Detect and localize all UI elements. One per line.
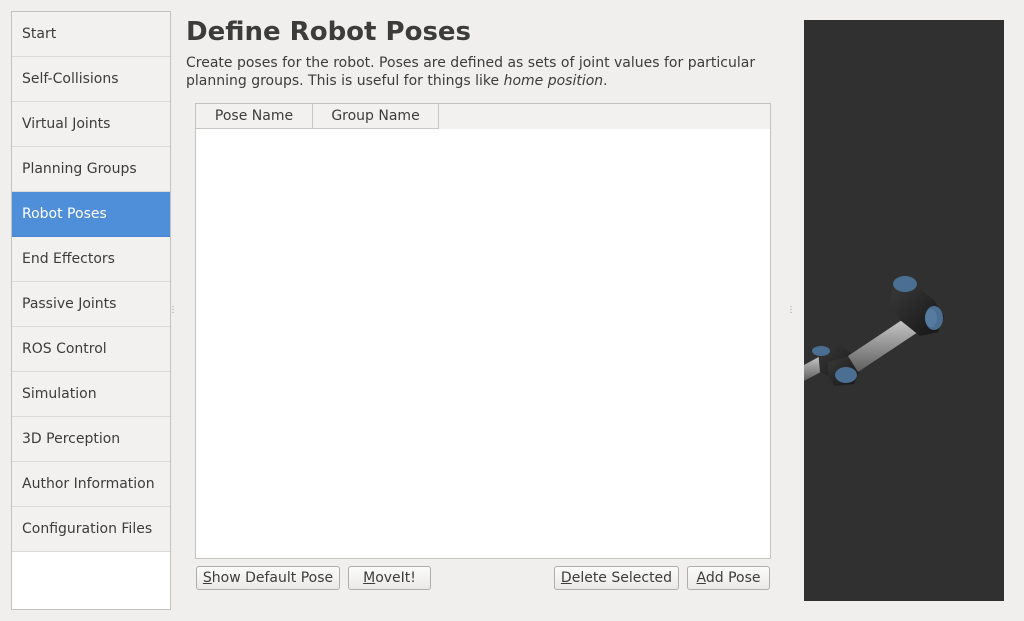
- right-splitter-handle[interactable]: [789, 305, 793, 313]
- robot-arm-model: [804, 276, 944, 386]
- show-default-pose-button[interactable]: Show Default Pose: [196, 566, 340, 590]
- moveit-button[interactable]: MoveIt!: [348, 566, 431, 590]
- page-title: Define Robot Poses: [186, 17, 472, 47]
- description-end: .: [603, 73, 608, 89]
- robot-3d-viewer[interactable]: [804, 20, 1004, 601]
- sidebar-nav: Start Self-Collisions Virtual Joints Pla…: [11, 11, 171, 610]
- column-header-pose-name[interactable]: Pose Name: [196, 104, 313, 129]
- moveit-label: oveIt!: [375, 570, 416, 586]
- add-pose-button[interactable]: Add Pose: [687, 566, 770, 590]
- column-header-group-name[interactable]: Group Name: [313, 104, 439, 129]
- poses-table[interactable]: Pose Name Group Name: [195, 103, 771, 559]
- nav-item-virtual-joints[interactable]: Virtual Joints: [12, 102, 170, 147]
- nav-item-simulation[interactable]: Simulation: [12, 372, 170, 417]
- description-emphasis: home position: [503, 73, 604, 89]
- nav-item-ros-control[interactable]: ROS Control: [12, 327, 170, 372]
- delete-selected-mnemonic: D: [560, 570, 572, 586]
- nav-item-author-information[interactable]: Author Information: [12, 462, 170, 507]
- nav-item-planning-groups[interactable]: Planning Groups: [12, 147, 170, 192]
- nav-item-configuration-files[interactable]: Configuration Files: [12, 507, 170, 552]
- show-default-pose-mnemonic: S: [202, 570, 212, 586]
- nav-item-self-collisions[interactable]: Self-Collisions: [12, 57, 170, 102]
- show-default-pose-label: how Default Pose: [211, 570, 334, 586]
- moveit-mnemonic: M: [363, 570, 376, 586]
- nav-item-start[interactable]: Start: [12, 12, 170, 57]
- add-pose-mnemonic: A: [696, 570, 706, 586]
- nav-item-robot-poses[interactable]: Robot Poses: [12, 192, 170, 237]
- wrist-cap-icon: [835, 367, 857, 383]
- nav-item-passive-joints[interactable]: Passive Joints: [12, 282, 170, 327]
- nav-item-end-effectors[interactable]: End Effectors: [12, 237, 170, 282]
- description-text: Create poses for the robot. Poses are de…: [186, 55, 756, 89]
- left-splitter-handle[interactable]: [171, 305, 175, 313]
- page-description: Create poses for the robot. Poses are de…: [186, 54, 766, 90]
- shoulder-highlight: [925, 309, 937, 327]
- shoulder-top-cap-icon: [893, 276, 917, 292]
- delete-selected-button[interactable]: Delete Selected: [554, 566, 679, 590]
- nav-item-3d-perception[interactable]: 3D Perception: [12, 417, 170, 462]
- table-header: Pose Name Group Name: [196, 104, 770, 129]
- elbow-cap-icon: [812, 346, 830, 356]
- delete-selected-label: elete Selected: [571, 570, 673, 586]
- add-pose-label: dd Pose: [705, 570, 761, 586]
